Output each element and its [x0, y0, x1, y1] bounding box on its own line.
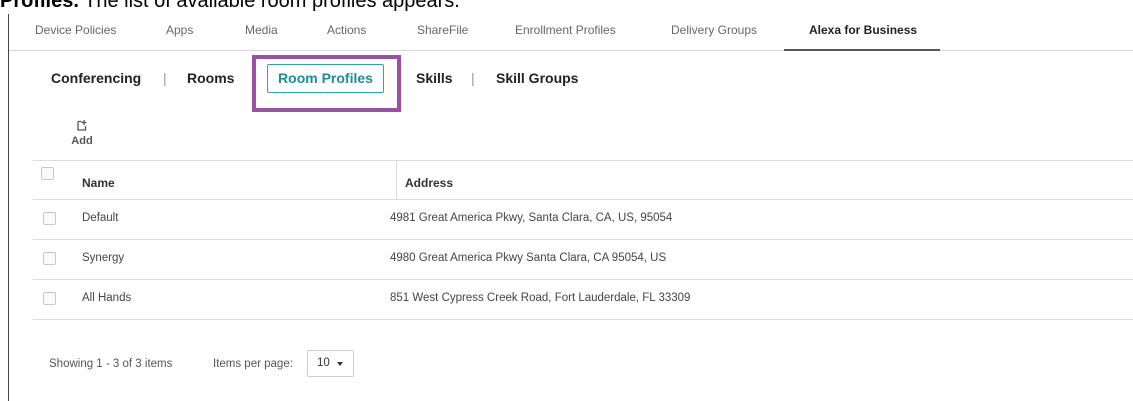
subtab-skill-groups[interactable]: Skill Groups	[496, 70, 578, 86]
row-name: Default	[82, 212, 119, 224]
tab-enrollment-profiles[interactable]: Enrollment Profiles	[515, 23, 616, 37]
chevron-down-icon	[337, 362, 343, 366]
items-per-page-select[interactable]: 10	[307, 350, 354, 377]
subtab-skills[interactable]: Skills	[416, 70, 453, 86]
caption: Profiles. The list of available room pro…	[0, 0, 460, 12]
tab-sharefile[interactable]: ShareFile	[417, 23, 468, 37]
tab-media[interactable]: Media	[245, 23, 278, 37]
top-nav: Device Policies Apps Media Actions Share…	[9, 14, 1133, 51]
table-row[interactable]: Default 4981 Great America Pkwy, Santa C…	[33, 200, 1133, 240]
add-button[interactable]: Add	[67, 118, 97, 149]
subtab-room-profiles[interactable]: Room Profiles	[267, 64, 384, 93]
add-page-icon	[76, 118, 88, 131]
row-checkbox[interactable]	[43, 252, 56, 265]
app-frame: Device Policies Apps Media Actions Share…	[8, 14, 1133, 401]
table-header: Name Address	[33, 160, 1133, 200]
subtab-rooms[interactable]: Rooms	[187, 70, 234, 86]
caption-text: The list of available room profiles appe…	[78, 0, 460, 12]
subnav-separator: |	[471, 70, 475, 86]
tab-alexa-for-business[interactable]: Alexa for Business	[809, 23, 917, 37]
sub-nav: Conferencing | Rooms Room Profiles Skill…	[9, 51, 1133, 112]
select-all-checkbox[interactable]	[41, 167, 54, 180]
row-address: 4981 Great America Pkwy, Santa Clara, CA…	[390, 212, 673, 224]
pagination: Showing 1 - 3 of 3 items Items per page:…	[49, 350, 449, 380]
table-row[interactable]: All Hands 851 West Cypress Creek Road, F…	[33, 280, 1133, 320]
tab-device-policies[interactable]: Device Policies	[35, 23, 116, 37]
tab-apps[interactable]: Apps	[166, 23, 193, 37]
column-divider	[396, 161, 397, 200]
column-header-name[interactable]: Name	[82, 176, 115, 190]
row-checkbox[interactable]	[43, 212, 56, 225]
row-name: All Hands	[82, 292, 132, 304]
tab-delivery-groups[interactable]: Delivery Groups	[671, 23, 757, 37]
subtab-conferencing[interactable]: Conferencing	[51, 70, 141, 86]
tab-actions[interactable]: Actions	[327, 23, 366, 37]
subnav-separator: |	[163, 70, 167, 86]
caption-bold: Profiles.	[0, 0, 79, 12]
column-header-address[interactable]: Address	[405, 176, 453, 190]
row-checkbox[interactable]	[43, 292, 56, 305]
row-address: 851 West Cypress Creek Road, Fort Lauder…	[390, 292, 691, 304]
add-label: Add	[71, 135, 93, 147]
showing-count: Showing 1 - 3 of 3 items	[49, 358, 173, 370]
items-per-page-label: Items per page:	[213, 358, 293, 370]
items-per-page-value: 10	[317, 357, 330, 369]
table-row[interactable]: Synergy 4980 Great America Pkwy Santa Cl…	[33, 240, 1133, 280]
row-address: 4980 Great America Pkwy Santa Clara, CA …	[390, 252, 667, 264]
row-name: Synergy	[82, 252, 125, 264]
